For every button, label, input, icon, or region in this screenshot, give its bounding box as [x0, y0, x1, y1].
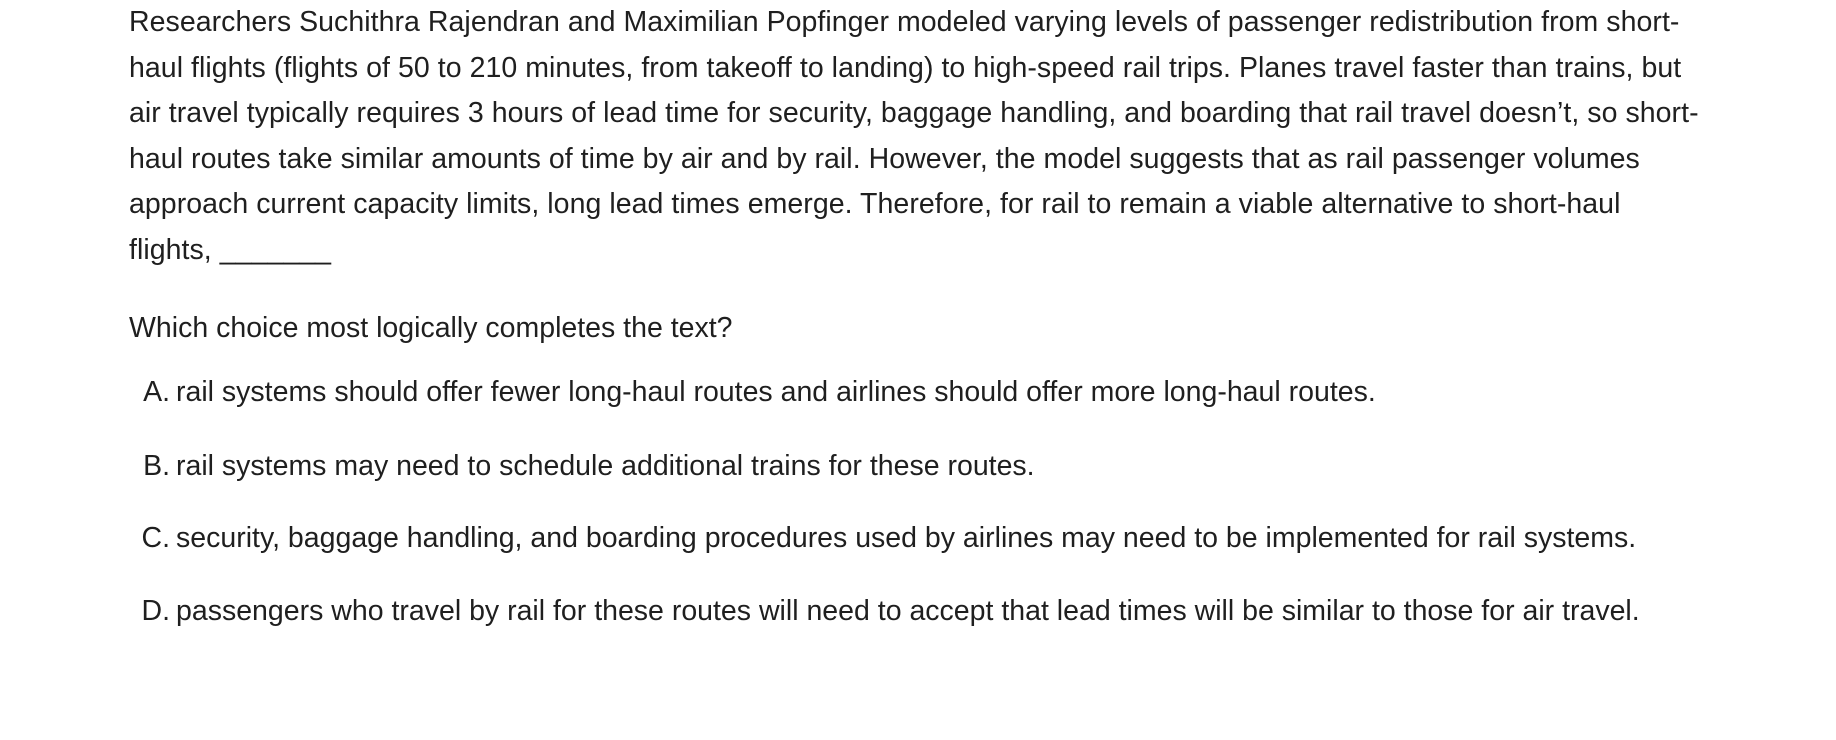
choice-a-text: rail systems should offer fewer long-hau… — [176, 376, 1376, 408]
choice-c[interactable]: C. security, baggage handling, and board… — [129, 516, 1707, 562]
choice-d-letter-label: D. — [141, 594, 171, 627]
choice-b-text: rail systems may need to schedule additi… — [176, 449, 1035, 482]
answer-choices: A. rail systems should offer fewer long-… — [129, 370, 1707, 634]
choice-c-letter: C. — [129, 516, 176, 562]
choice-b-letter: B. — [129, 444, 176, 490]
choice-b[interactable]: B. rail systems may need to schedule add… — [129, 444, 1707, 490]
choice-a-letter: A. — [129, 370, 176, 416]
choice-d-text: passengers who travel by rail for these … — [176, 594, 1640, 627]
choice-b-letter-label: B. — [143, 449, 170, 482]
choice-c-text: security, baggage handling, and boarding… — [176, 522, 1637, 554]
choice-a[interactable]: A. rail systems should offer fewer long-… — [129, 370, 1707, 416]
passage-text: Researchers Suchithra Rajendran and Maxi… — [129, 6, 1699, 266]
question-prompt: Which choice most logically completes th… — [129, 312, 733, 344]
question-page: Researchers Suchithra Rajendran and Maxi… — [0, 0, 1836, 740]
choice-c-letter-label: C. — [141, 522, 171, 554]
choice-a-letter-label: A. — [143, 376, 170, 408]
choice-d-letter: D. — [129, 589, 176, 635]
choice-d[interactable]: D. passengers who travel by rail for the… — [129, 589, 1707, 635]
